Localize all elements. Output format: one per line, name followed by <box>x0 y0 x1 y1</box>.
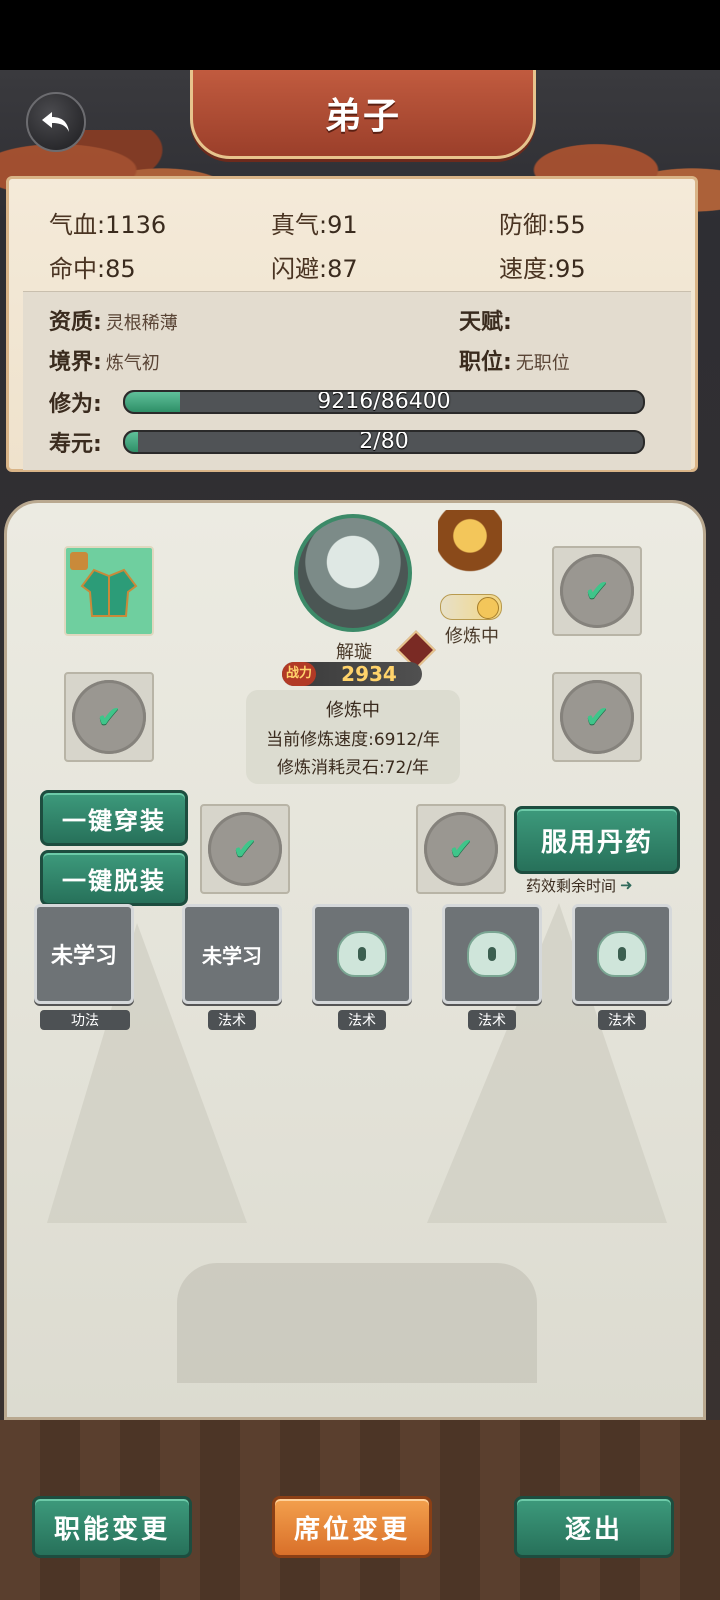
cultivation-info-card: 修炼中 当前修炼速度:6912/年 修炼消耗灵石:72/年 <box>246 690 460 784</box>
expel-button[interactable]: 逐出 <box>514 1496 674 1558</box>
info-box: 资质: 灵根稀薄 天赋: 境界: 炼气初 职位: 无职位 修为: 9216/86400… <box>23 291 691 470</box>
character-avatar[interactable] <box>294 514 412 632</box>
change-seat-button[interactable]: 席位变更 <box>272 1496 432 1558</box>
lock-icon <box>467 931 517 977</box>
pants-slot-bg: ✔ <box>560 554 634 628</box>
ring-slot[interactable]: ✔ <box>200 804 290 894</box>
combat-power-value: 2934 <box>341 662 397 686</box>
character-name: 解璇 <box>336 642 372 663</box>
arrow-right-icon: ➜ <box>620 876 633 894</box>
stat-qi: 真气:91 <box>271 211 358 239</box>
stat-dodge: 闪避:87 <box>271 255 358 283</box>
cost-line: 修炼消耗灵石:72/年 <box>276 758 430 778</box>
check-icon: ✔ <box>584 699 610 735</box>
equip-all-button[interactable]: 一键穿装 <box>40 790 188 846</box>
change-role-button[interactable]: 职能变更 <box>32 1496 192 1558</box>
boots-slot-bg: ✔ <box>560 680 634 754</box>
title-banner: 弟子 <box>190 70 536 159</box>
unequip-all-button[interactable]: 一键脱装 <box>40 850 188 906</box>
stat-defense: 防御:55 <box>499 211 586 239</box>
toggle-knob <box>477 597 499 619</box>
amulet-slot-bg: ✔ <box>424 812 498 886</box>
stats-panel: 气血:1136 真气:91 防御:55 命中:85 闪避:87 速度:95 资质… <box>6 176 698 472</box>
skill-slot-1[interactable]: 未学习 <box>34 904 134 1004</box>
meditation-totem-icon[interactable] <box>438 510 502 584</box>
speed-line: 当前修炼速度:6912/年 <box>266 730 440 750</box>
cultivation-bar: 9216/86400 <box>123 390 645 414</box>
check-icon: ✔ <box>96 699 122 735</box>
cultivation-value: 9216/86400 <box>317 390 451 414</box>
page-title: 弟子 <box>324 96 401 137</box>
info-title: 修炼中 <box>326 700 380 721</box>
lifespan-label: 寿元: <box>49 432 102 457</box>
stat-hit: 命中:85 <box>49 255 136 283</box>
weapon-slot-bg: ✔ <box>72 680 146 754</box>
skill-tag-4: 法术 <box>468 1010 516 1030</box>
stat-hp: 气血:1136 <box>49 211 167 239</box>
skill-slot-1-text: 未学习 <box>50 944 117 969</box>
pill-time-label: 药效剩余时间 <box>526 876 617 895</box>
combat-power-tag: 战力 <box>282 662 316 686</box>
lifespan-value: 2/80 <box>359 430 409 454</box>
pill-time-row[interactable]: 药效剩余时间 ➜ <box>526 874 666 896</box>
skill-tag-3: 法术 <box>338 1010 386 1030</box>
lifespan-bar: 2/80 <box>123 430 645 454</box>
skill-tag-1: 功法 <box>40 1010 130 1030</box>
skill-tag-2: 法术 <box>208 1010 256 1030</box>
meditation-status: 修炼中 <box>445 626 499 647</box>
lock-icon <box>337 931 387 977</box>
combat-power-bar: 战力 2934 <box>282 662 422 686</box>
meditation-toggle[interactable] <box>440 594 502 620</box>
check-icon: ✔ <box>584 573 610 609</box>
game-screen: 弟子 气血:1136 真气:91 防御:55 命中:85 闪避:87 速度:95… <box>0 0 720 1600</box>
check-icon: ✔ <box>232 831 258 867</box>
boots-slot[interactable]: ✔ <box>552 672 642 762</box>
talent-row: 天赋: <box>459 310 512 335</box>
take-pill-button[interactable]: 服用丹药 <box>514 806 680 874</box>
ring-slot-bg: ✔ <box>208 812 282 886</box>
weapon-slot[interactable]: ✔ <box>64 672 154 762</box>
skill-slot-4[interactable] <box>442 904 542 1004</box>
stone-platform <box>177 1263 537 1383</box>
pants-slot[interactable]: ✔ <box>552 546 642 636</box>
armor-slot[interactable] <box>64 546 154 636</box>
position-row: 职位: 无职位 <box>459 350 570 375</box>
upgrade-icon <box>70 552 88 570</box>
check-icon: ✔ <box>448 831 474 867</box>
realm-row: 境界: 炼气初 <box>49 350 160 375</box>
skill-slot-5[interactable] <box>572 904 672 1004</box>
status-bar <box>0 0 720 70</box>
back-button[interactable] <box>26 92 86 152</box>
skill-slot-3[interactable] <box>312 904 412 1004</box>
skill-slot-2-text: 未学习 <box>202 943 262 968</box>
amulet-slot[interactable]: ✔ <box>416 804 506 894</box>
cultivation-label: 修为: <box>49 392 102 417</box>
back-arrow-icon <box>42 112 69 132</box>
stat-speed: 速度:95 <box>499 255 586 283</box>
skill-tag-5: 法术 <box>598 1010 646 1030</box>
skill-slot-2[interactable]: 未学习 <box>182 904 282 1004</box>
aptitude-row: 资质: 灵根稀薄 <box>49 310 178 335</box>
lock-icon <box>597 931 647 977</box>
